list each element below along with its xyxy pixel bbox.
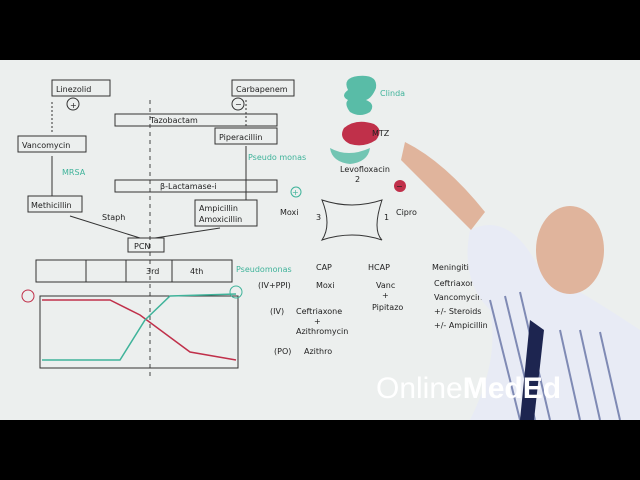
presenter-head <box>536 206 604 294</box>
carbapenem-label: Carbapenem <box>236 85 288 94</box>
three-label: 3 <box>316 213 321 222</box>
meningitis-ampicillin: +/- Ampicillin <box>434 321 488 330</box>
mtz-label: MTZ <box>372 129 390 138</box>
fourth-gen-label: 4th <box>190 267 203 276</box>
arrow-pcn-amp <box>154 227 221 239</box>
quinolone-diamond <box>320 199 383 241</box>
watermark-ed: Ed <box>522 372 562 405</box>
tazobactam-label: Tazobactam <box>149 116 198 125</box>
diagram-plus: + <box>292 188 299 197</box>
meningitis-header: Meningitis <box>432 263 473 272</box>
ampicillin-label: Ampicillin <box>199 204 238 213</box>
video-frame: Linezolid + Carbapenem − Tazobactam Vanc… <box>0 0 640 480</box>
methicillin-label: Methicillin <box>31 201 72 210</box>
whiteboard: Linezolid + Carbapenem − Tazobactam Vanc… <box>0 60 640 420</box>
piperacillin-label: Piperacillin <box>219 133 262 142</box>
watermark-med: Med <box>462 372 523 405</box>
levofloxacin-label: Levofloxacin <box>340 165 390 174</box>
gram-negative-curve <box>42 293 237 361</box>
linezolid-label: Linezolid <box>56 85 91 94</box>
hcap-plus: + <box>382 291 389 300</box>
pcn-label: PCN <box>134 242 150 251</box>
whiteboard-drawing: Linezolid + Carbapenem − Tazobactam Vanc… <box>17 75 640 420</box>
pseudomonas-label: Pseudo monas <box>248 153 306 162</box>
diagram-minus: − <box>396 182 403 191</box>
third-gen-label: 3rd <box>146 267 159 276</box>
lung-diagram <box>344 75 377 115</box>
meningitis-vancomycin: Vancomycin <box>434 293 482 302</box>
cap-plus: + <box>314 317 321 326</box>
moxi-label: Moxi <box>280 208 299 217</box>
cap-ceftriaxone: Ceftriaxone <box>296 307 342 316</box>
watermark-online: Online <box>376 372 463 405</box>
ivppi-label: (IV+PPI) <box>258 281 291 290</box>
staph-label: Staph <box>102 213 125 222</box>
mrsa-label: MRSA <box>62 168 86 177</box>
cap-po: (PO) <box>274 347 291 356</box>
gen-pseudomonas-label: Pseudomonas <box>236 265 292 274</box>
spectrum-graph <box>39 295 239 369</box>
lower-diagram <box>330 148 370 164</box>
brand-watermark: OnlineMedEd <box>376 372 561 406</box>
one-label: 1 <box>384 213 389 222</box>
amoxicillin-label: Amoxicillin <box>199 215 242 224</box>
two-label: 2 <box>355 175 360 184</box>
hcap-header: HCAP <box>368 263 390 272</box>
cipro-label: Cipro <box>396 208 417 217</box>
linezolid-plus: + <box>70 101 77 110</box>
meningitis-steroids: +/- Steroids <box>434 307 481 316</box>
b-lactamase-label: β-Lactamase-i <box>160 182 217 191</box>
cap-moxi: Moxi <box>316 281 335 290</box>
hcap-vanc: Vanc <box>376 281 395 290</box>
carbapenem-minus: − <box>235 100 242 109</box>
cap-iv: (IV) <box>270 307 284 316</box>
graph-plus-marker <box>21 289 35 303</box>
cap-header: CAP <box>316 263 332 272</box>
cap-azithro: Azithro <box>304 347 332 356</box>
vancomycin-label: Vancomycin <box>22 141 70 150</box>
hcap-pipitazo: Pipitazo <box>372 303 403 312</box>
clinda-label: Clinda <box>380 89 405 98</box>
cap-azithromycin: Azithromycin <box>296 327 348 336</box>
